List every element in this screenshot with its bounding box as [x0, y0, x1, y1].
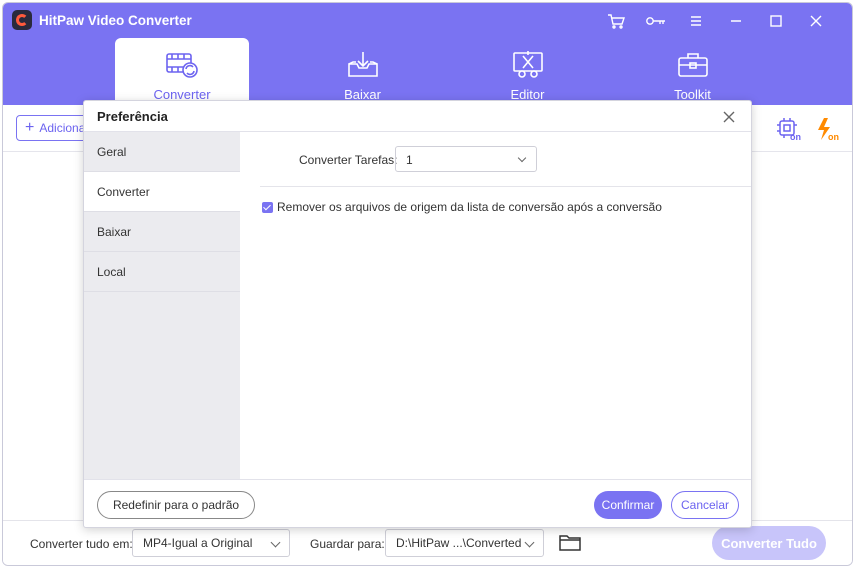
tab-toolkit[interactable]: Toolkit [610, 38, 775, 105]
convert-tasks-label: Converter Tarefas: [299, 153, 398, 167]
sidebar-item-local[interactable]: Local [84, 252, 240, 292]
cart-icon[interactable] [596, 11, 636, 31]
save-to-label: Guardar para: [310, 537, 385, 551]
toolbox-icon [677, 53, 708, 77]
minimize-icon[interactable] [716, 11, 756, 31]
preferences-sidebar: Geral Converter Baixar Local [84, 132, 240, 479]
film-convert-icon [166, 53, 198, 78]
app-title: HitPaw Video Converter [39, 13, 192, 28]
output-format-value: MP4-Igual a Original [143, 536, 253, 550]
chevron-down-icon [524, 537, 535, 548]
output-format-select[interactable]: MP4-Igual a Original [132, 529, 290, 557]
output-path-select[interactable]: D:\HitPaw ...\Converted [385, 529, 544, 557]
maximize-icon[interactable] [756, 11, 796, 31]
convert-tasks-select[interactable]: 1 [395, 146, 537, 172]
chevron-down-icon [270, 537, 281, 548]
convert-tasks-value: 1 [406, 153, 413, 167]
lightning-boost-icon[interactable]: on [815, 117, 841, 141]
key-icon[interactable] [636, 11, 676, 31]
convert-all-format-label: Converter tudo em: [30, 537, 133, 551]
tab-editor[interactable]: Editor [445, 38, 610, 105]
tab-converter[interactable]: Converter [115, 38, 249, 105]
chevron-down-icon [517, 153, 527, 163]
plus-icon: + [25, 119, 35, 136]
hardware-acceleration-icon[interactable]: on [776, 117, 802, 141]
convert-all-button[interactable]: Converter Tudo [712, 526, 826, 560]
sidebar-item-baixar[interactable]: Baixar [84, 212, 240, 252]
main-nav: Converter Baixar Editor Toolkit [115, 38, 775, 105]
close-icon[interactable] [721, 109, 737, 125]
svg-text:on: on [828, 132, 839, 141]
remove-source-label: Remover os arquivos de origem da lista d… [277, 200, 662, 214]
cancel-button[interactable]: Cancelar [671, 491, 739, 519]
output-path-value: D:\HitPaw ...\Converted [396, 536, 522, 550]
window-controls [596, 11, 836, 31]
menu-icon[interactable] [676, 11, 716, 31]
preferences-content: Converter Tarefas: 1 Remover os arquivos… [240, 132, 751, 479]
add-files-label: Adiciona [39, 121, 86, 135]
sidebar-item-converter[interactable]: Converter [84, 172, 240, 212]
divider [260, 186, 751, 187]
divider [84, 479, 751, 480]
download-tray-icon [347, 52, 378, 77]
dialog-title: Preferência [97, 109, 168, 124]
svg-text:on: on [790, 132, 801, 141]
preferences-dialog: Preferência Geral Converter Baixar Local… [83, 100, 752, 528]
app-window: HitPaw Video Converter Converter Baixar … [2, 2, 853, 566]
folder-icon[interactable] [559, 533, 581, 551]
app-logo [12, 10, 32, 30]
reset-defaults-button[interactable]: Redefinir para o padrão [97, 491, 255, 519]
header-bar: HitPaw Video Converter Converter Baixar … [3, 3, 852, 105]
confirm-button[interactable]: Confirmar [594, 491, 662, 519]
sidebar-item-geral[interactable]: Geral [84, 132, 240, 172]
tab-baixar[interactable]: Baixar [280, 38, 445, 105]
scissors-edit-icon [512, 51, 543, 78]
remove-source-checkbox[interactable] [262, 202, 273, 213]
close-icon[interactable] [796, 11, 836, 31]
